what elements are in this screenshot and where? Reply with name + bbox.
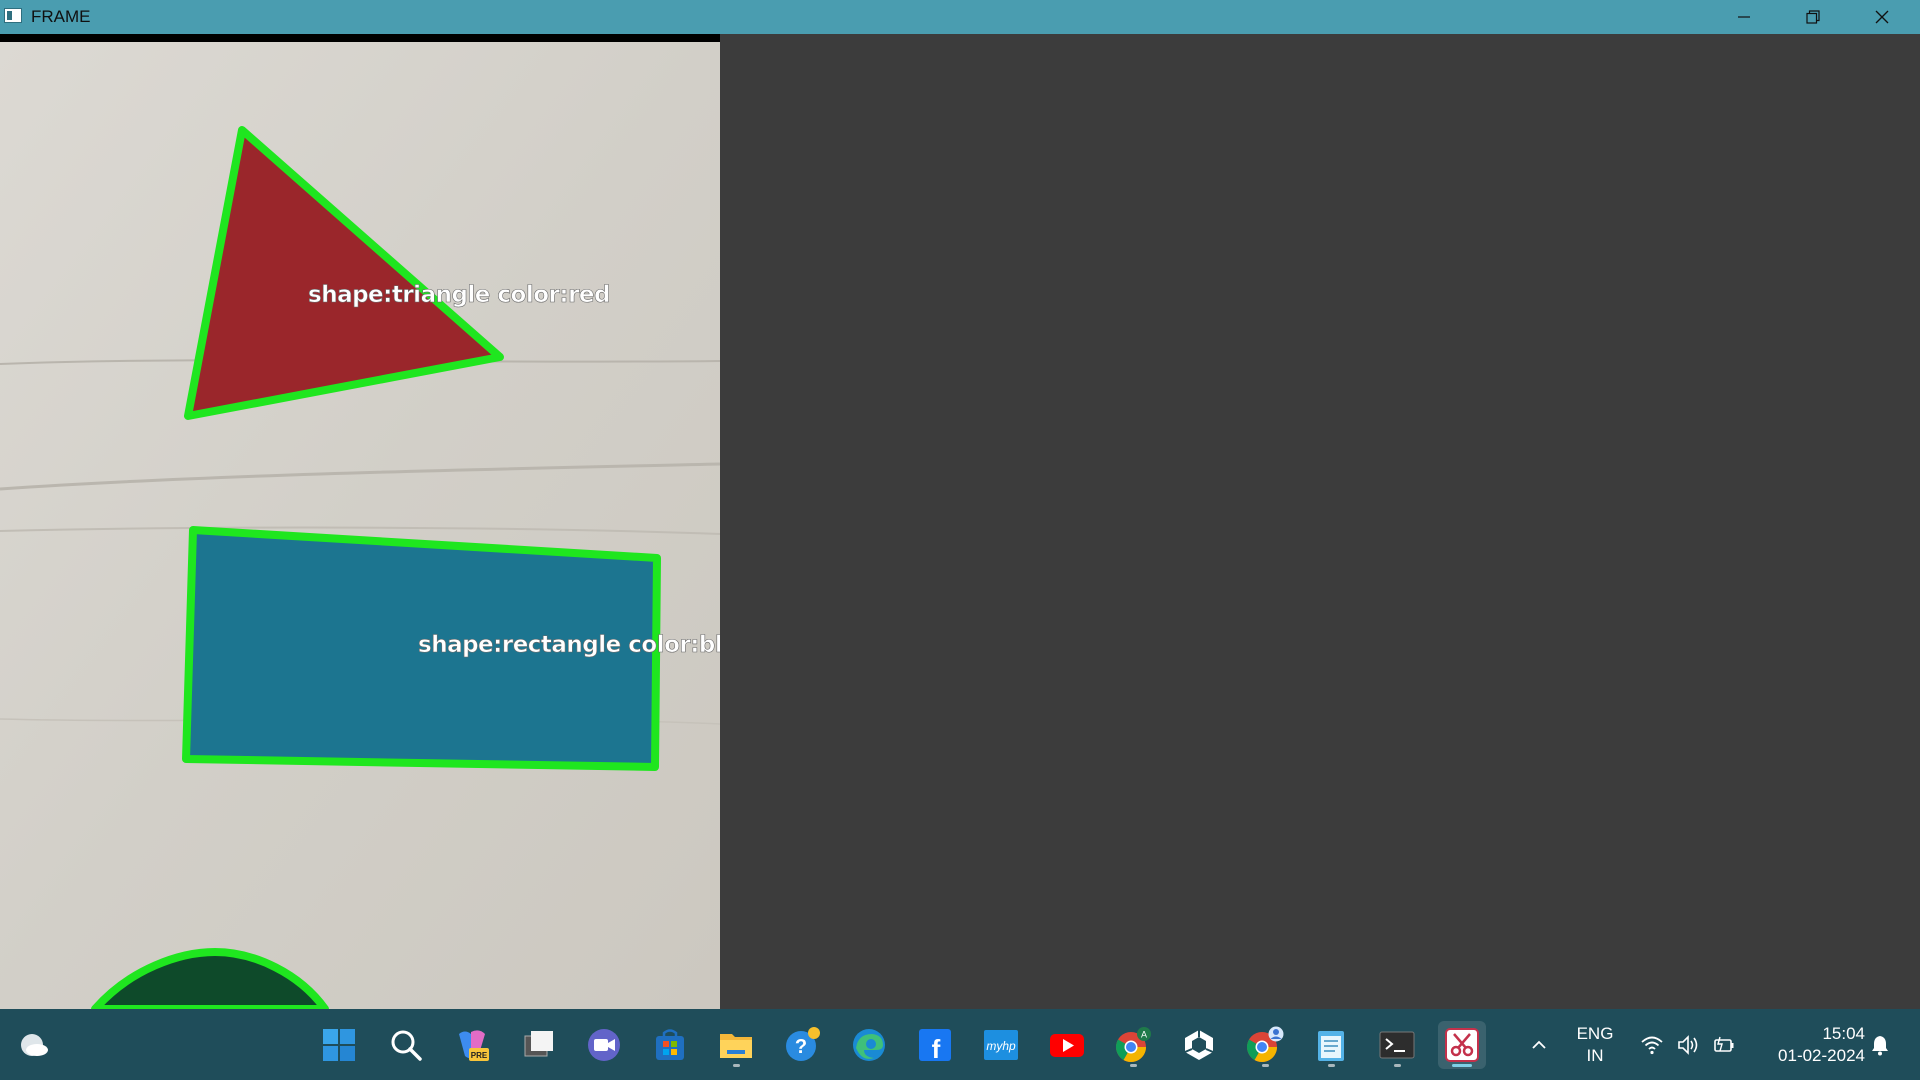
camera-frame: shape:triangle color:red shape:rectangle…	[0, 34, 720, 1009]
volume-button[interactable]	[1674, 1031, 1702, 1059]
edge-button[interactable]	[845, 1021, 893, 1069]
triangle-annotation: shape:triangle color:red	[308, 282, 610, 308]
wifi-button[interactable]	[1638, 1031, 1666, 1059]
battery-charging-icon	[1714, 1036, 1734, 1052]
weather-icon	[21, 1034, 48, 1056]
file-explorer-button[interactable]	[712, 1021, 760, 1069]
weather-button[interactable]	[10, 1021, 58, 1069]
running-indicator	[1328, 1064, 1335, 1067]
snipping-tool-icon	[1445, 1028, 1479, 1062]
app-window-icon	[4, 8, 22, 23]
paper-background	[0, 42, 720, 1009]
chrome-profile-icon	[1246, 1026, 1284, 1063]
chevron-up-icon	[1532, 1040, 1546, 1049]
volume-icon	[1678, 1035, 1698, 1055]
copilot-pre-icon: PRE	[459, 1030, 489, 1061]
facebook-icon: f	[919, 1029, 951, 1063]
task-view-button[interactable]	[515, 1021, 563, 1069]
running-indicator	[733, 1064, 740, 1067]
show-hidden-icons-button[interactable]	[1525, 1031, 1553, 1059]
frame-image: shape:triangle color:red shape:rectangle…	[0, 34, 720, 1009]
window-content: shape:triangle color:red shape:rectangle…	[0, 34, 1920, 1009]
chrome-profile-button[interactable]	[1241, 1021, 1289, 1069]
window-title: FRAME	[31, 7, 91, 26]
youtube-button[interactable]	[1043, 1021, 1091, 1069]
bell-icon	[1872, 1036, 1888, 1056]
snipping-tool-button[interactable]	[1438, 1021, 1486, 1069]
notepad-icon	[1318, 1031, 1344, 1061]
terminal-button[interactable]	[1373, 1021, 1421, 1069]
svg-text:PRE: PRE	[471, 1051, 488, 1060]
chrome-icon: A	[1115, 1027, 1151, 1063]
input-language-button[interactable]: ENG IN	[1570, 1023, 1620, 1067]
clock-button[interactable]: 15:04 01-02-2024	[1755, 1023, 1865, 1067]
wifi-icon	[1641, 1036, 1663, 1055]
svg-text:myhp: myhp	[986, 1039, 1016, 1053]
running-indicator	[1262, 1064, 1269, 1067]
restore-icon	[1806, 10, 1820, 24]
myhp-icon: myhp	[984, 1030, 1018, 1060]
copilot-button[interactable]: PRE	[448, 1021, 496, 1069]
notepad-button[interactable]	[1307, 1021, 1355, 1069]
title-bar: FRAME	[0, 0, 1920, 34]
battery-button[interactable]	[1710, 1031, 1738, 1059]
terminal-icon	[1379, 1031, 1415, 1059]
teams-meet-icon	[588, 1029, 620, 1061]
running-indicator	[1394, 1064, 1401, 1067]
taskbar: PRE ? f myhp A ENG IN 15:04 01-02-2024	[0, 1009, 1920, 1080]
unity-icon	[1184, 1030, 1214, 1060]
svg-text:A: A	[1141, 1030, 1147, 1040]
clock-time: 15:04	[1822, 1024, 1865, 1043]
restore-button[interactable]	[1779, 0, 1847, 34]
search-icon	[391, 1030, 422, 1061]
myhp-button[interactable]: myhp	[977, 1021, 1025, 1069]
store-button[interactable]	[646, 1021, 694, 1069]
edge-icon	[853, 1029, 885, 1061]
minimize-button[interactable]	[1710, 0, 1778, 34]
minimize-icon	[1738, 16, 1750, 18]
search-button[interactable]	[382, 1021, 430, 1069]
unity-button[interactable]	[1175, 1021, 1223, 1069]
running-indicator	[1130, 1064, 1137, 1067]
rectangle-annotation: shape:rectangle color:blue	[418, 632, 720, 658]
notifications-button[interactable]	[1866, 1031, 1894, 1059]
start-button[interactable]	[315, 1021, 363, 1069]
svg-text:?: ?	[795, 1036, 807, 1058]
clock-date: 01-02-2024	[1778, 1046, 1865, 1065]
meet-button[interactable]	[580, 1021, 628, 1069]
file-explorer-icon	[720, 1034, 752, 1058]
chrome-button[interactable]: A	[1109, 1021, 1157, 1069]
task-view-icon	[524, 1031, 553, 1057]
facebook-button[interactable]: f	[911, 1021, 959, 1069]
svg-text:f: f	[932, 1034, 941, 1063]
help-icon: ?	[786, 1027, 820, 1061]
get-help-button[interactable]: ?	[779, 1021, 827, 1069]
close-button[interactable]	[1848, 0, 1916, 34]
language-label: ENG	[1576, 1024, 1614, 1043]
close-icon	[1875, 10, 1889, 24]
youtube-icon	[1050, 1034, 1084, 1057]
region-label: IN	[1586, 1046, 1604, 1065]
running-indicator	[1452, 1064, 1472, 1067]
microsoft-store-icon	[656, 1029, 684, 1060]
windows-start-icon	[323, 1029, 355, 1061]
